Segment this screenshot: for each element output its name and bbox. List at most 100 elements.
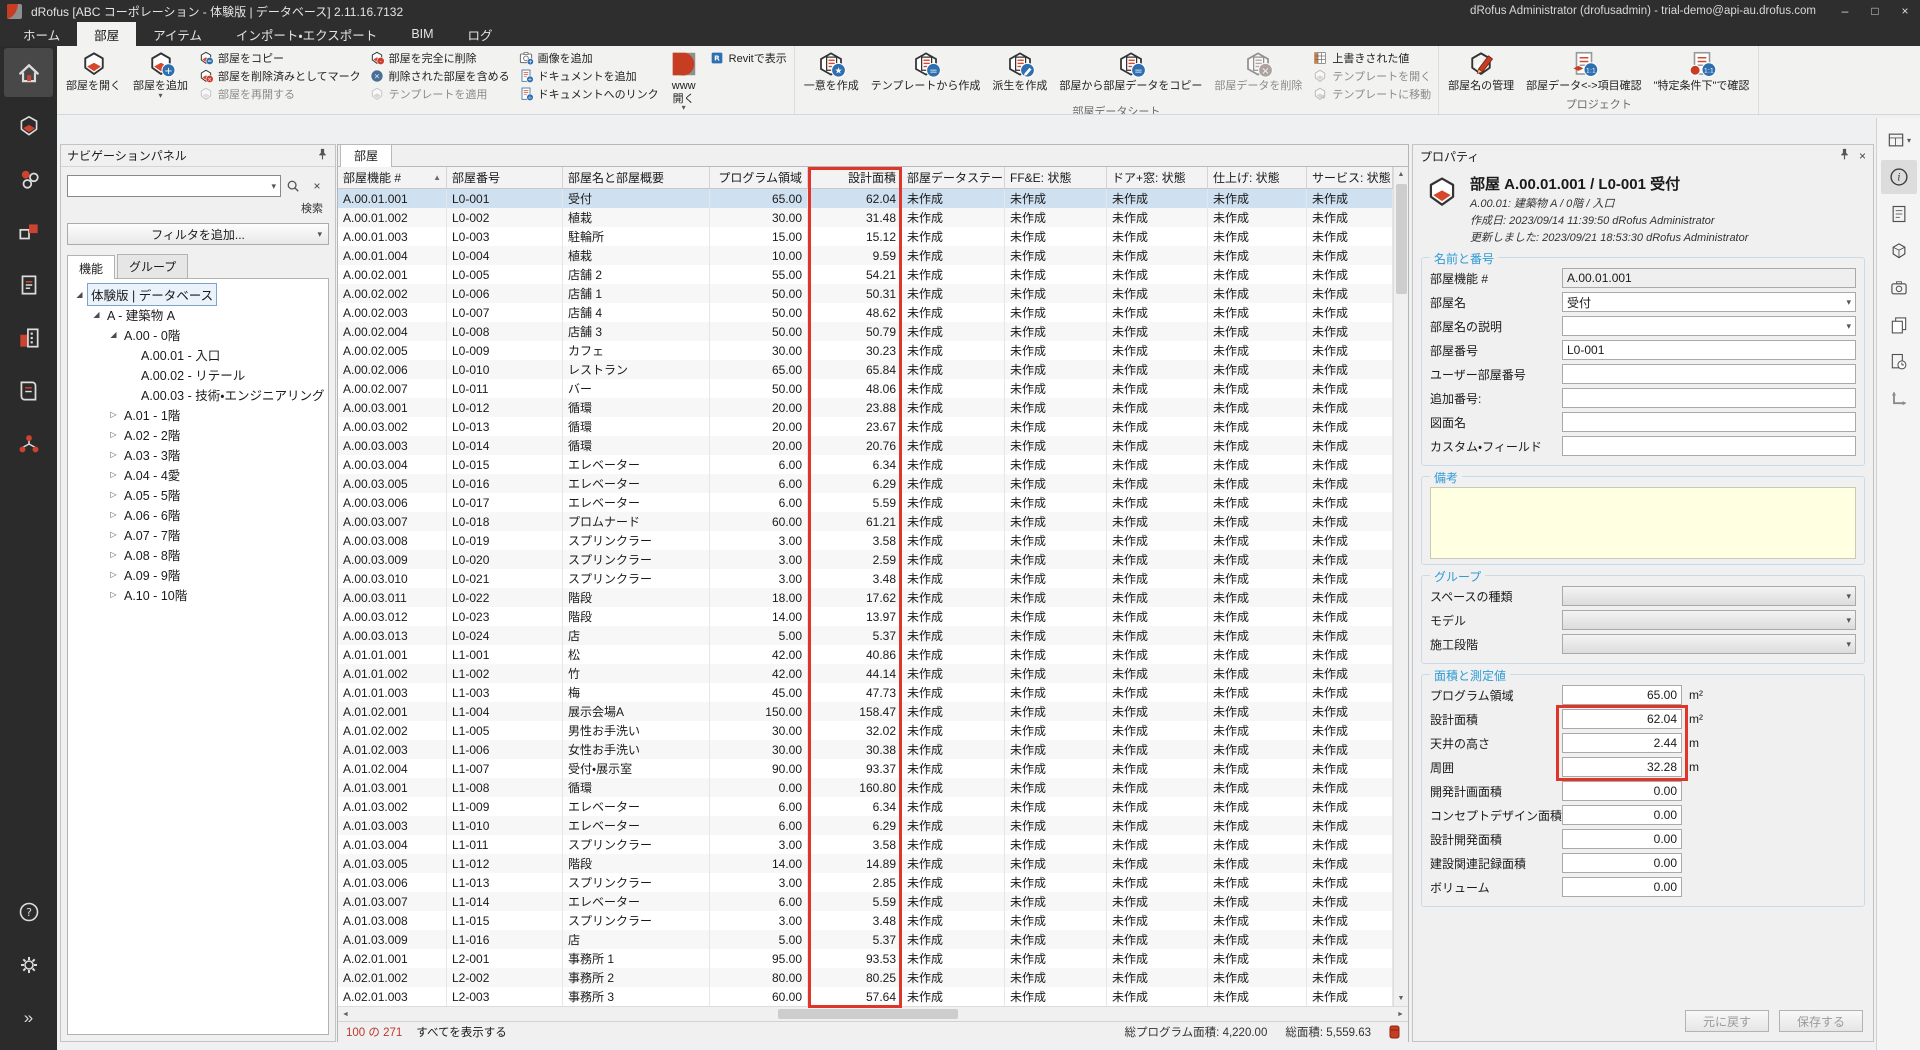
sidebar-settings-icon[interactable] <box>4 940 53 989</box>
column-header-9[interactable]: サービス: 状態 <box>1307 167 1393 188</box>
tree-item[interactable]: ▷A.07 - 7階 <box>68 524 328 544</box>
table-row[interactable]: A.00.03.008L0-019スプリンクラー3.003.58未作成未作成未作… <box>338 531 1393 550</box>
ribbon-button[interactable]: +画像を追加 <box>518 49 659 67</box>
ribbon-button[interactable]: 1:1部屋データ<->項目確認 <box>1520 47 1648 93</box>
sidebar-items-icon[interactable] <box>4 154 53 203</box>
maximize-icon[interactable]: □ <box>1860 0 1890 22</box>
tree-expanded-icon[interactable]: ◢ <box>89 310 104 319</box>
save-button[interactable]: 保存する <box>1779 1010 1863 1032</box>
column-header-1[interactable]: 部屋番号 <box>447 167 563 188</box>
ribbon-button[interactable]: =テンプレートから作成 <box>865 47 987 93</box>
ribbon-button[interactable]: ∞ドキュメントへのリンク <box>518 85 659 103</box>
table-row[interactable]: A.01.03.003L1-010エレベーター6.006.29未作成未作成未作成… <box>338 816 1393 835</box>
ribbon-button[interactable]: テンプレートを適用 <box>369 85 510 103</box>
table-row[interactable]: A.00.03.001L0-012循環20.0023.88未作成未作成未作成未作… <box>338 398 1393 417</box>
ribbon-button[interactable]: -部屋を完全に削除 <box>369 49 510 67</box>
table-row[interactable]: A.00.03.011L0-022階段18.0017.62未作成未作成未作成未作… <box>338 588 1393 607</box>
tree-collapsed-icon[interactable]: ▷ <box>106 530 121 539</box>
table-row[interactable]: A.01.03.004L1-011スプリンクラー3.003.58未作成未作成未作… <box>338 835 1393 854</box>
add-filter-button[interactable]: フィルタを追加... ▾ <box>67 223 329 245</box>
clear-search-icon[interactable]: × <box>305 175 329 197</box>
table-row[interactable]: A.01.01.003L1-003梅45.0047.73未作成未作成未作成未作成… <box>338 683 1393 702</box>
field-dropdown[interactable]: ▾ <box>1562 610 1856 630</box>
table-row[interactable]: A.00.03.010L0-021スプリンクラー3.003.48未作成未作成未作… <box>338 569 1393 588</box>
table-row[interactable]: A.00.01.004L0-004植栽10.009.59未作成未作成未作成未作成… <box>338 246 1393 265</box>
table-row[interactable]: A.01.03.001L1-008循環0.00160.80未作成未作成未作成未作… <box>338 778 1393 797</box>
table-row[interactable]: A.00.03.002L0-013循環20.0023.67未作成未作成未作成未作… <box>338 417 1393 436</box>
field-input[interactable]: 受付▾ <box>1562 292 1856 312</box>
tree-item[interactable]: A.00.01 - 入口 <box>68 344 328 364</box>
search-icon[interactable] <box>281 175 305 197</box>
tree-item[interactable]: ◢A - 建築物 A <box>68 304 328 324</box>
ribbon-button[interactable]: ×削除された部屋を含める <box>369 67 510 85</box>
ribbon-button[interactable]: ★一意を作成 <box>798 47 865 93</box>
sidebar-expand-icon[interactable]: » <box>4 993 53 1042</box>
ribbon-button[interactable]: テンプレートに移動 <box>1312 85 1431 103</box>
tree-collapsed-icon[interactable]: ▷ <box>106 410 121 419</box>
tree-item[interactable]: ▷A.02 - 2階 <box>68 424 328 444</box>
column-header-4[interactable]: 設計面積 <box>808 167 902 188</box>
panel-layout-icon[interactable]: ▾ <box>1881 123 1917 157</box>
table-row[interactable]: A.01.01.002L1-002竹42.0044.14未作成未作成未作成未作成… <box>338 664 1393 683</box>
field-input[interactable]: 0.00 <box>1562 877 1682 897</box>
sidebar-reports-icon[interactable] <box>4 366 53 415</box>
tree-item[interactable]: ▷A.04 - 4愛 <box>68 464 328 484</box>
field-input[interactable]: L0-001 <box>1562 340 1856 360</box>
scrollbar-thumb[interactable] <box>1396 184 1407 294</box>
close-icon[interactable]: × <box>1859 149 1866 163</box>
field-input[interactable]: 32.28 <box>1562 757 1682 777</box>
panel-info-icon[interactable]: i <box>1881 160 1917 194</box>
tree-item[interactable]: ▷A.06 - 6階 <box>68 504 328 524</box>
menu-item-3[interactable]: インポート・エクスポート <box>219 22 394 46</box>
table-row[interactable]: A.00.01.003L0-003駐輪所15.0015.12未作成未作成未作成未… <box>338 227 1393 246</box>
panel-camera-icon[interactable] <box>1881 271 1917 305</box>
tree-item[interactable]: ▷A.05 - 5階 <box>68 484 328 504</box>
field-input[interactable]: A.00.01.001 <box>1562 268 1856 288</box>
panel-datasheet-icon[interactable] <box>1881 197 1917 231</box>
table-row[interactable]: A.01.03.006L1-013スプリンクラー3.002.85未作成未作成未作… <box>338 873 1393 892</box>
field-dropdown[interactable]: ▾ <box>1562 586 1856 606</box>
ribbon-button[interactable]: 派生を作成 <box>986 47 1053 93</box>
tree-collapsed-icon[interactable]: ▷ <box>106 510 121 519</box>
field-input[interactable]: 0.00 <box>1562 805 1682 825</box>
panel-copies-icon[interactable] <box>1881 308 1917 342</box>
field-input[interactable] <box>1562 364 1856 384</box>
table-row[interactable]: A.00.02.004L0-008店舗 350.0050.79未作成未作成未作成… <box>338 322 1393 341</box>
ribbon-button[interactable]: 1:1"特定条件下"で確認 <box>1648 47 1756 93</box>
tree-item[interactable]: A.00.02 - リテール <box>68 364 328 384</box>
table-row[interactable]: A.00.03.007L0-018プロムナード60.0061.21未作成未作成未… <box>338 512 1393 531</box>
search-link[interactable]: 検索 <box>61 200 323 216</box>
vertical-scrollbar[interactable]: ▲ ▼ <box>1393 167 1408 1006</box>
column-header-3[interactable]: プログラム領域 <box>710 167 808 188</box>
tree-item[interactable]: ◢体験版 | データベース <box>68 284 328 304</box>
field-input[interactable]: ▾ <box>1562 316 1856 336</box>
ribbon-button[interactable]: =部屋をコピー <box>198 49 361 67</box>
table-row[interactable]: A.00.01.002L0-002植栽30.0031.48未作成未作成未作成未作… <box>338 208 1393 227</box>
table-row[interactable]: A.00.03.012L0-023階段14.0013.97未作成未作成未作成未作… <box>338 607 1393 626</box>
tab-rooms[interactable]: 部屋 <box>340 144 392 167</box>
ribbon-button[interactable]: テンプレートを開く <box>1312 67 1431 85</box>
table-row[interactable]: A.00.03.003L0-014循環20.0020.76未作成未作成未作成未作… <box>338 436 1393 455</box>
ribbon-button[interactable]: =部屋から部屋データをコピー <box>1053 47 1208 93</box>
field-input[interactable]: 0.00 <box>1562 853 1682 873</box>
tree-collapsed-icon[interactable]: ▷ <box>106 590 121 599</box>
ribbon-button[interactable]: 部屋を再開する <box>198 85 361 103</box>
show-all-link[interactable]: すべてを表示する <box>416 1024 507 1040</box>
nav-tab-1[interactable]: グループ <box>117 254 188 278</box>
undo-button[interactable]: 元に戻す <box>1685 1010 1769 1032</box>
sidebar-rooms-icon[interactable] <box>4 101 53 150</box>
close-icon[interactable]: × <box>1890 0 1920 22</box>
panel-log-icon[interactable] <box>1881 345 1917 379</box>
nav-tab-0[interactable]: 機能 <box>67 255 115 279</box>
panel-measure-icon[interactable] <box>1881 382 1917 416</box>
table-row[interactable]: A.00.02.003L0-007店舗 450.0048.62未作成未作成未作成… <box>338 303 1393 322</box>
table-row[interactable]: A.01.02.004L1-007受付・展示室90.0093.37未作成未作成未… <box>338 759 1393 778</box>
field-input[interactable]: 65.00 <box>1562 685 1682 705</box>
tree-item[interactable]: ▷A.10 - 10階 <box>68 584 328 604</box>
table-row[interactable]: A.00.03.004L0-015エレベーター6.006.34未作成未作成未作成… <box>338 455 1393 474</box>
scroll-right-icon[interactable]: ► <box>1393 1007 1408 1021</box>
tree-expanded-icon[interactable]: ◢ <box>72 290 87 299</box>
ribbon-button[interactable]: 上書きされた値 <box>1312 49 1431 67</box>
column-header-5[interactable]: 部屋データステータス <box>902 167 1005 188</box>
table-row[interactable]: A.01.02.002L1-005男性お手洗い30.0032.02未作成未作成未… <box>338 721 1393 740</box>
